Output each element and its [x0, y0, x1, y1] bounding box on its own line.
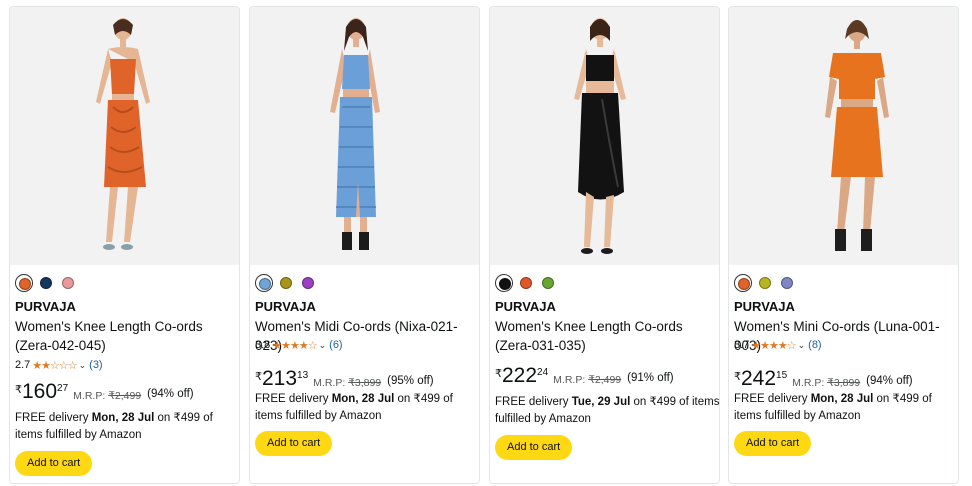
currency-symbol: ₹: [495, 368, 502, 380]
delivery-date: Mon, 28 Jul: [331, 393, 395, 405]
color-swatch[interactable]: [517, 274, 535, 292]
color-swatch[interactable]: [37, 274, 55, 292]
add-to-cart-button[interactable]: Add to cart: [495, 435, 573, 460]
brand-name: PURVAJA: [734, 299, 795, 314]
price-fraction: 24: [537, 367, 549, 378]
rating-row[interactable]: 3.8 ★★★★☆ ⌄ (6): [255, 338, 343, 352]
delivery-info: FREE delivery Mon, 28 Jul on ₹499 of ite…: [734, 393, 932, 422]
mrp-price: ₹2,499: [108, 390, 142, 402]
price-fraction: 15: [776, 370, 788, 381]
add-to-cart-button[interactable]: Add to cart: [255, 431, 333, 456]
add-to-cart-button[interactable]: Add to cart: [734, 431, 812, 456]
mrp-label: M.R.P: ₹3,899: [313, 377, 382, 389]
price-row: ₹ 242 15 M.R.P: ₹3,899 (94% off): [734, 368, 913, 390]
delivery-date: Mon, 28 Jul: [810, 393, 874, 405]
color-swatch[interactable]: [255, 274, 273, 292]
mrp-price: ₹3,899: [348, 377, 382, 389]
price-whole: 213: [262, 367, 298, 390]
delivery-info: FREE delivery Mon, 28 Jul on ₹499 of ite…: [255, 393, 453, 422]
color-swatch[interactable]: [778, 274, 796, 292]
mrp-price: ₹3,899: [827, 377, 861, 389]
price-fraction: 27: [57, 383, 69, 394]
star-rating-icon: ★★☆☆☆: [32, 359, 77, 372]
discount-percent: (94% off): [147, 388, 194, 400]
mrp-label: M.R.P: ₹2,499: [553, 374, 622, 386]
star-rating-icon: ★★★★☆: [272, 339, 317, 352]
price-fraction: 13: [297, 370, 309, 381]
delivery-date: Tue, 29 Jul: [571, 396, 631, 408]
color-swatch[interactable]: [59, 274, 77, 292]
review-count[interactable]: (3): [89, 359, 102, 371]
rating-row[interactable]: 3.7 ★★★★☆ ⌄ (8): [734, 338, 822, 352]
color-swatch[interactable]: [756, 274, 774, 292]
product-card: PURVAJA Women's Midi Co-ords (Nixa-021-0…: [249, 6, 480, 484]
color-swatch[interactable]: [277, 274, 295, 292]
color-swatch[interactable]: [495, 274, 513, 292]
product-image[interactable]: [250, 7, 479, 265]
currency-symbol: ₹: [15, 384, 22, 396]
mrp-price: ₹2,499: [588, 374, 622, 386]
model-photo: [574, 18, 626, 254]
review-count[interactable]: (8): [808, 339, 821, 351]
price-row: ₹ 160 27 M.R.P: ₹2,499 (94% off): [15, 381, 194, 403]
review-count[interactable]: (6): [329, 339, 342, 351]
currency-symbol: ₹: [734, 371, 741, 383]
brand-name: PURVAJA: [255, 299, 316, 314]
delivery-date: Mon, 28 Jul: [91, 412, 155, 424]
color-swatch[interactable]: [299, 274, 317, 292]
delivery-info: FREE delivery Tue, 29 Jul on ₹499 of ite…: [495, 396, 720, 425]
product-image[interactable]: [490, 7, 719, 265]
product-card: PURVAJA Women's Knee Length Co-ords (Zer…: [9, 6, 240, 484]
product-image[interactable]: [10, 7, 239, 265]
product-image[interactable]: [729, 7, 958, 265]
rating-value: 2.7: [15, 359, 31, 371]
price-whole: 222: [502, 364, 538, 387]
price-whole: 160: [22, 380, 58, 403]
price-row: ₹ 222 24 M.R.P: ₹2,499 (91% off): [495, 365, 674, 387]
price-row: ₹ 213 13 M.R.P: ₹3,899 (95% off): [255, 368, 434, 390]
color-swatch[interactable]: [15, 274, 33, 292]
color-swatch[interactable]: [734, 274, 752, 292]
chevron-down-icon[interactable]: ⌄: [79, 360, 87, 371]
color-swatch[interactable]: [539, 274, 557, 292]
discount-percent: (94% off): [866, 375, 913, 387]
product-card: PURVAJA Women's Mini Co-ords (Luna-001-0…: [728, 6, 959, 484]
rating-value: 3.8: [255, 339, 271, 351]
brand-name: PURVAJA: [15, 299, 76, 314]
model-photo: [96, 18, 150, 250]
chevron-down-icon[interactable]: ⌄: [319, 340, 327, 351]
model-photo: [330, 18, 380, 250]
rating-value: 3.7: [734, 339, 750, 351]
model-photo: [825, 20, 889, 251]
product-card: PURVAJA Women's Knee Length Co-ords (Zer…: [489, 6, 720, 484]
product-title[interactable]: Women's Knee Length Co-ords (Zera-042-04…: [15, 317, 237, 355]
rating-row[interactable]: 2.7 ★★☆☆☆ ⌄ (3): [15, 358, 103, 372]
delivery-info: FREE delivery Mon, 28 Jul on ₹499 of ite…: [15, 412, 213, 441]
mrp-label: M.R.P: ₹3,899: [792, 377, 861, 389]
add-to-cart-button[interactable]: Add to cart: [15, 451, 93, 476]
mrp-label: M.R.P: ₹2,499: [73, 390, 142, 402]
discount-percent: (95% off): [387, 375, 434, 387]
discount-percent: (91% off): [627, 372, 674, 384]
currency-symbol: ₹: [255, 371, 262, 383]
star-rating-icon: ★★★★☆: [751, 339, 796, 352]
chevron-down-icon[interactable]: ⌄: [798, 340, 806, 351]
brand-name: PURVAJA: [495, 299, 556, 314]
price-whole: 242: [741, 367, 777, 390]
product-title[interactable]: Women's Knee Length Co-ords (Zera-031-03…: [495, 317, 717, 355]
